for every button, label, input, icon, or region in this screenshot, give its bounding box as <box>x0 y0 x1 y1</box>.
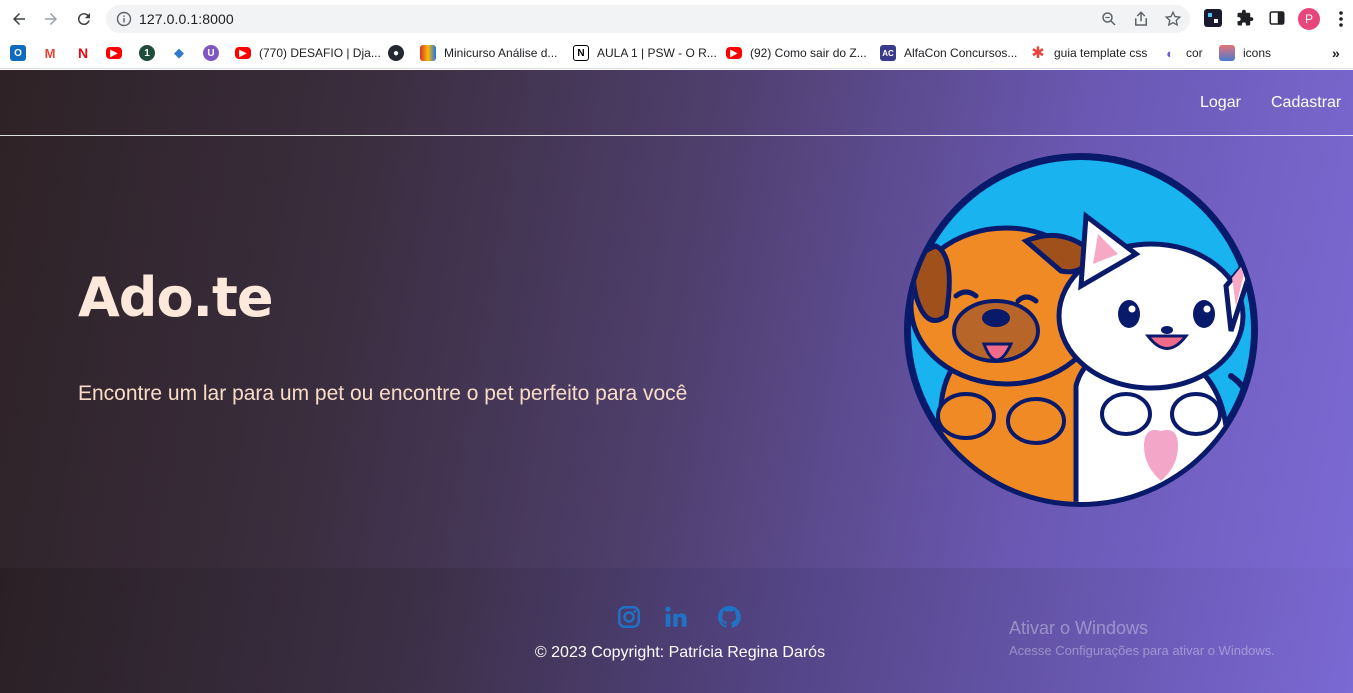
zoom-icon[interactable] <box>1100 10 1118 28</box>
forward-icon[interactable] <box>40 8 62 30</box>
bookmark-label: (770) DESAFIO | Dja... <box>259 46 381 60</box>
bookmark-onepassword[interactable]: 1 <box>139 43 155 63</box>
outlook-icon: O <box>10 45 26 61</box>
bookmarks-overflow-icon[interactable]: » <box>1332 45 1340 61</box>
site-footer: © 2023 Copyright: Patrícia Regina Darós … <box>0 568 1353 693</box>
bookmarks-bar: O M N ▶ 1 ◆ U ▶ (770) DESAFIO | Dja... ●… <box>0 37 1353 69</box>
stack-icon: ◆ <box>171 45 187 61</box>
youtube-icon: ▶ <box>106 47 122 59</box>
github-icon: ● <box>388 45 404 61</box>
bookmark-alfacon[interactable]: AC AlfaCon Concursos... <box>880 43 1017 63</box>
share-icon[interactable] <box>1132 10 1150 28</box>
bookmark-label: (92) Como sair do Z... <box>750 46 867 60</box>
bookmark-github[interactable]: ● <box>388 43 404 63</box>
bookmark-gmail[interactable]: M <box>42 43 58 63</box>
dog-cat-illustration <box>904 153 1258 507</box>
extension-app-icon[interactable] <box>1204 9 1222 27</box>
github-icon[interactable] <box>716 604 742 630</box>
bookmark-purple[interactable]: U <box>203 43 219 63</box>
page-content: Logar Cadastrar Ado.te Encontre um lar p… <box>0 70 1353 693</box>
reload-icon[interactable] <box>73 8 95 30</box>
bookmark-label: Minicurso Análise d... <box>444 46 558 60</box>
bookmark-desafio[interactable]: ▶ (770) DESAFIO | Dja... <box>235 43 381 63</box>
bookmark-label: cor <box>1186 46 1203 60</box>
windows-activation-watermark: Ativar o Windows Acesse Configurações pa… <box>1009 618 1275 658</box>
bookmark-como-sair[interactable]: ▶ (92) Como sair do Z... <box>726 43 867 63</box>
bookmark-stack[interactable]: ◆ <box>171 43 187 63</box>
linkedin-icon[interactable] <box>663 604 689 630</box>
netflix-icon: N <box>75 45 91 61</box>
bookmark-icons[interactable]: icons <box>1219 43 1271 63</box>
bookmark-label: AlfaCon Concursos... <box>904 46 1018 60</box>
notion-icon: N <box>573 45 589 61</box>
browser-toolbar: 127.0.0.1:8000 P <box>0 0 1353 37</box>
asterisk-icon: ✱ <box>1030 45 1046 62</box>
bookmark-notion[interactable]: N AULA 1 | PSW - O R... <box>573 43 717 63</box>
alfacon-icon: AC <box>880 45 896 61</box>
instagram-icon[interactable] <box>616 604 642 630</box>
menu-kebab-icon[interactable] <box>1334 9 1348 29</box>
url-text[interactable]: 127.0.0.1:8000 <box>139 11 234 27</box>
bookmark-label: icons <box>1243 46 1272 60</box>
bookmark-guia-css[interactable]: ✱ guia template css <box>1030 43 1147 63</box>
onepassword-icon: 1 <box>139 45 155 61</box>
bookmark-star-icon[interactable] <box>1164 10 1182 28</box>
signup-link[interactable]: Cadastrar <box>1271 94 1341 112</box>
youtube-icon: ▶ <box>235 47 251 59</box>
bookmark-cor[interactable]: ◐ cor <box>1162 43 1203 63</box>
bookmark-outlook[interactable]: O <box>10 43 26 63</box>
login-link[interactable]: Logar <box>1200 94 1241 112</box>
purple-u-icon: U <box>203 45 219 61</box>
gmail-icon: M <box>42 45 58 61</box>
bookmark-label: guia template css <box>1054 46 1148 60</box>
bookmark-label: AULA 1 | PSW - O R... <box>597 46 717 60</box>
planet-icon: ◐ <box>1162 45 1178 61</box>
hero-subtitle: Encontre um lar para um pet ou encontre … <box>78 382 688 405</box>
youtube-icon: ▶ <box>726 47 742 59</box>
flag-icon <box>1219 45 1235 61</box>
back-icon[interactable] <box>8 8 30 30</box>
site-header: Logar Cadastrar <box>0 70 1353 136</box>
address-bar[interactable]: 127.0.0.1:8000 <box>106 5 1190 33</box>
info-icon[interactable] <box>116 11 132 27</box>
extensions-puzzle-icon[interactable] <box>1236 9 1254 27</box>
bookmark-netflix[interactable]: N <box>75 43 91 63</box>
colorful-icon <box>420 45 436 61</box>
bookmark-minicurso[interactable]: Minicurso Análise d... <box>420 43 557 63</box>
bookmark-youtube[interactable]: ▶ <box>106 43 122 63</box>
watermark-title: Ativar o Windows <box>1009 618 1149 638</box>
hero-title: Ado.te <box>78 266 273 329</box>
side-panel-icon[interactable] <box>1268 9 1286 27</box>
profile-avatar[interactable]: P <box>1298 8 1320 30</box>
watermark-subtitle: Acesse Configurações para ativar o Windo… <box>1009 643 1275 658</box>
